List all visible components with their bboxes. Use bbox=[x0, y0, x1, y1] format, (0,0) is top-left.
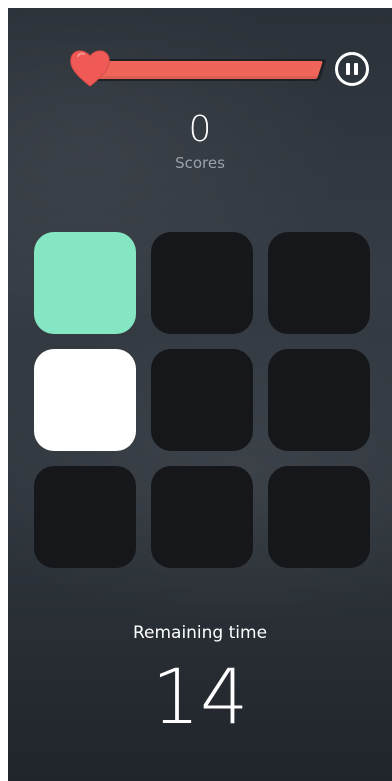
game-screen: 0 Scores Remaining time 14 bbox=[8, 8, 392, 781]
tile-dark[interactable] bbox=[151, 349, 253, 451]
pause-button[interactable] bbox=[335, 52, 369, 86]
remaining-time-value: 14 bbox=[151, 652, 249, 741]
tile-dark[interactable] bbox=[268, 232, 370, 334]
score-label: Scores bbox=[175, 154, 225, 172]
tile-dark[interactable] bbox=[151, 466, 253, 568]
pause-icon-bar-left bbox=[346, 63, 350, 75]
tile-dark[interactable] bbox=[268, 466, 370, 568]
tile-dark[interactable] bbox=[268, 349, 370, 451]
heart-icon bbox=[70, 50, 110, 87]
tile-dark[interactable] bbox=[151, 232, 253, 334]
health-bar-fill bbox=[93, 61, 323, 79]
pause-icon-bar-right bbox=[354, 63, 358, 75]
remaining-time-label: Remaining time bbox=[132, 623, 268, 643]
tile-grid bbox=[34, 232, 372, 570]
health-meter bbox=[68, 46, 328, 92]
tile-white[interactable] bbox=[34, 349, 136, 451]
tile-highlighted[interactable] bbox=[34, 232, 136, 334]
score-value: 0 bbox=[188, 109, 212, 150]
tile-dark[interactable] bbox=[34, 466, 136, 568]
